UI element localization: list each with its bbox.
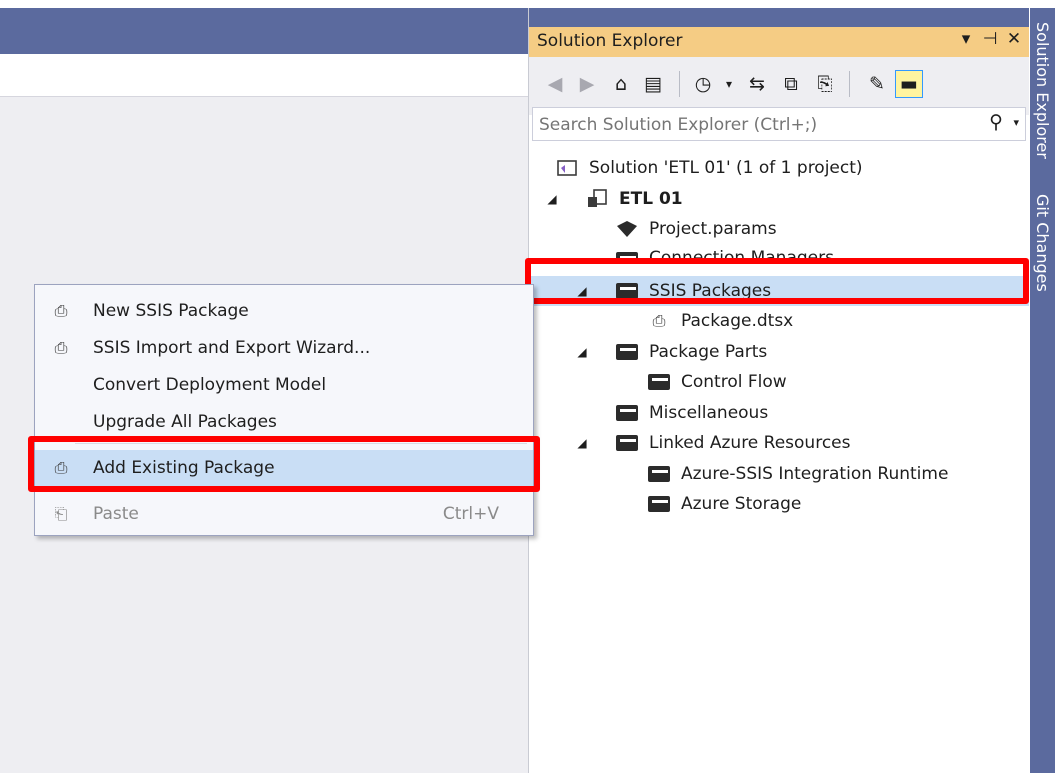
folder-icon (647, 463, 671, 485)
auto-hide-pin-icon[interactable]: ⊣ (981, 29, 999, 49)
collapse-all-icon[interactable]: ⧉ (777, 70, 805, 98)
folder-icon (615, 280, 639, 302)
preview-selected-items-icon[interactable]: ▬ (895, 70, 923, 98)
folder-icon (647, 493, 671, 515)
menu-item-add-existing-package[interactable]: ⎙ Add Existing Package (35, 450, 533, 486)
menu-item-upgrade-all-packages[interactable]: Upgrade All Packages (35, 404, 533, 440)
side-tab-git-changes[interactable]: Git Changes (1030, 194, 1055, 314)
solution-explorer-panel: Solution Explorer ▾ ⊣ ✕ ◀ ▶ ⌂ ▤ ◷ ▾ ⇆ ⧉ … (528, 8, 1030, 773)
menu-item-import-export-wizard[interactable]: ⎙ SSIS Import and Export Wizard... (35, 330, 533, 366)
search-input[interactable] (539, 114, 969, 136)
toolbar-separator (849, 71, 850, 97)
tree-item-azure-ssis-ir[interactable]: Azure-SSIS Integration Runtime (529, 459, 1029, 489)
folder-icon (615, 341, 639, 363)
tree-item-package-dtsx[interactable]: ⎙ Package.dtsx (529, 306, 1029, 336)
tree-item-linked-azure-resources[interactable]: ◢ Linked Azure Resources (529, 428, 1029, 458)
folder-icon (615, 249, 639, 262)
add-package-icon: ⎙ (54, 458, 68, 477)
wizard-package-icon: ⎙ (54, 338, 68, 357)
toolbar-separator (679, 71, 680, 97)
back-icon[interactable]: ◀ (541, 70, 569, 98)
solution-explorer-title: Solution Explorer (537, 31, 683, 51)
sync-with-active-document-icon[interactable]: ⇆ (743, 70, 771, 98)
titlebar-buttons: ▾ ⊣ ✕ (957, 29, 1023, 49)
project-icon (585, 188, 609, 210)
paste-icon: ⎗ (54, 504, 68, 523)
search-icon[interactable]: ⚲ (989, 111, 1003, 133)
params-icon (615, 218, 639, 240)
menu-item-new-ssis-package[interactable]: ⎙ New SSIS Package (35, 293, 533, 329)
folder-icon (615, 402, 639, 424)
package-icon: ⎙ (652, 311, 666, 330)
expand-arrow-icon[interactable]: ◢ (575, 345, 589, 359)
solution-icon (555, 157, 579, 179)
close-icon[interactable]: ✕ (1005, 29, 1023, 49)
tree-item-package-parts[interactable]: ◢ Package Parts (529, 337, 1029, 367)
show-all-files-icon[interactable]: ⎘ (811, 70, 839, 98)
expand-arrow-icon[interactable]: ◢ (575, 284, 589, 298)
new-package-icon: ⎙ (54, 301, 68, 320)
search-options-dropdown-icon[interactable]: ▾ (1013, 116, 1019, 129)
tree-item-project[interactable]: ◢ ETL 01 (529, 184, 1029, 214)
side-tab-solution-explorer[interactable]: Solution Explorer (1030, 22, 1055, 182)
properties-wrench-icon[interactable]: ✎ (863, 70, 891, 98)
editor-document-strip (0, 54, 528, 97)
filter-dropdown-icon[interactable]: ▾ (715, 70, 743, 98)
solution-explorer-search-box[interactable]: ⚲ ▾ (532, 107, 1026, 141)
expand-arrow-icon[interactable]: ◢ (545, 192, 559, 206)
solution-explorer-titlebar: Solution Explorer ▾ ⊣ ✕ (529, 27, 1029, 57)
folder-icon (647, 371, 671, 393)
tree-item-ssis-packages[interactable]: ◢ SSIS Packages (529, 276, 1029, 306)
top-margin (0, 0, 1055, 8)
folder-icon (615, 432, 639, 454)
tree-item-solution[interactable]: Solution 'ETL 01' (1 of 1 project) (529, 153, 1029, 183)
menu-separator (75, 489, 527, 490)
solution-explorer-top-strip (529, 8, 1029, 27)
tree-item-project-params[interactable]: Project.params (529, 214, 1029, 244)
menu-item-paste[interactable]: ⎗ Paste Ctrl+V (35, 496, 533, 532)
window-position-dropdown-icon[interactable]: ▾ (957, 29, 975, 49)
menu-separator (75, 443, 527, 444)
home-icon[interactable]: ⌂ (607, 70, 635, 98)
pending-changes-filter-icon[interactable]: ◷ (689, 70, 717, 98)
menu-item-convert-deployment-model[interactable]: Convert Deployment Model (35, 367, 533, 403)
switch-views-icon[interactable]: ▤ (639, 70, 667, 98)
forward-icon[interactable]: ▶ (573, 70, 601, 98)
editor-titlebar (0, 8, 528, 54)
side-tab-strip: Solution Explorer Git Changes (1030, 8, 1055, 773)
tree-item-control-flow[interactable]: Control Flow (529, 367, 1029, 397)
tree-item-connection-managers[interactable]: Connection Managers (529, 244, 1029, 262)
tree-item-miscellaneous[interactable]: Miscellaneous (529, 398, 1029, 428)
expand-arrow-icon[interactable]: ◢ (575, 436, 589, 450)
context-menu: ⎙ New SSIS Package ⎙ SSIS Import and Exp… (34, 284, 534, 536)
tree-item-azure-storage[interactable]: Azure Storage (529, 489, 1029, 519)
